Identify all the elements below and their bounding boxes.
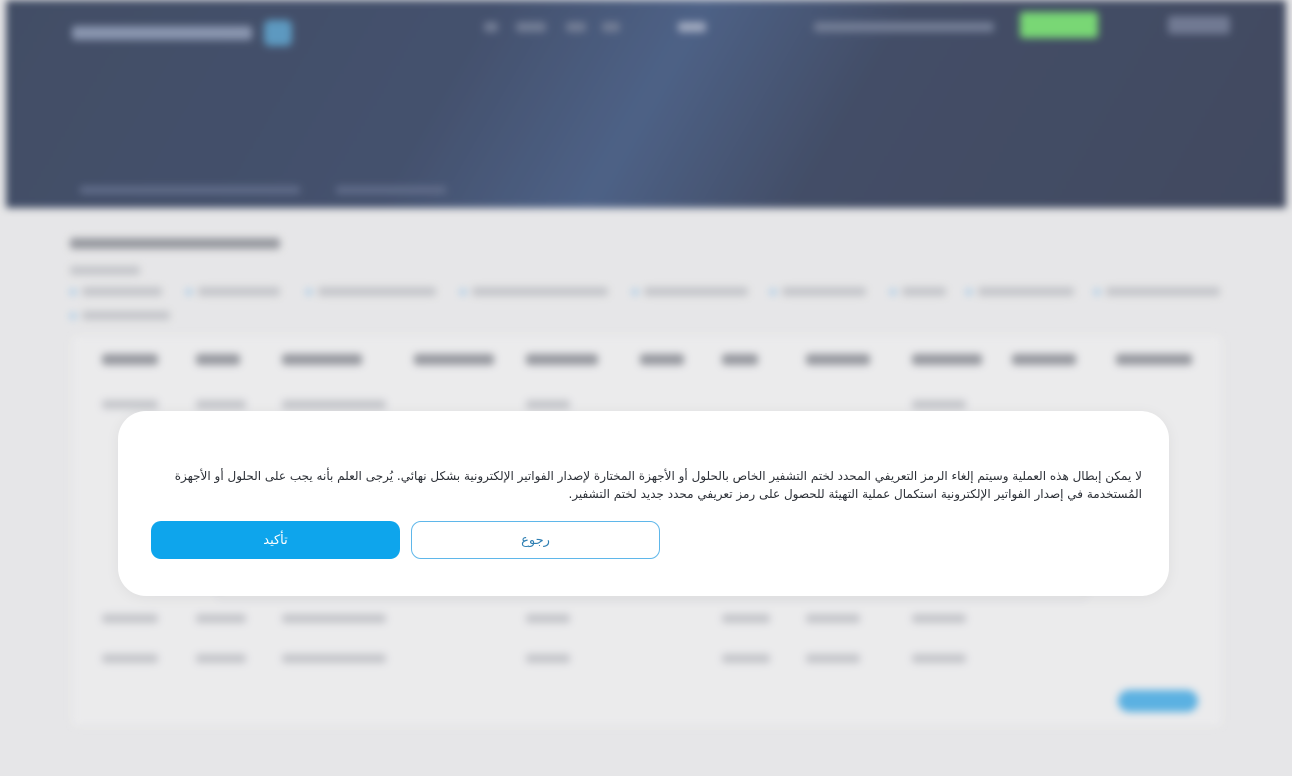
confirm-button[interactable]: تأكيد xyxy=(151,521,400,559)
back-button[interactable]: رجوع xyxy=(411,521,660,559)
dialog-message: لا يمكن إبطال هذه العملية وسيتم إلغاء ال… xyxy=(174,469,1142,501)
modal-overlay xyxy=(0,0,1292,776)
confirmation-dialog: لا يمكن إبطال هذه العملية وسيتم إلغاء ال… xyxy=(118,411,1169,596)
